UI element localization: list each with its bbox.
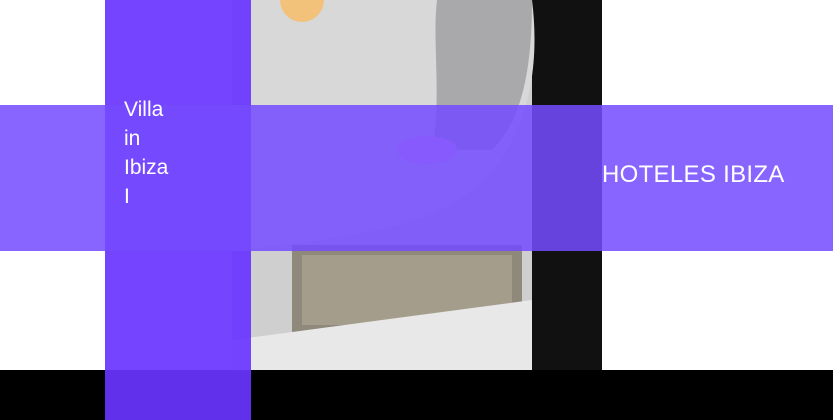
nav-link-hoteles-ibiza[interactable]: HOTELES IBIZA	[602, 158, 785, 192]
site-title[interactable]: Villa in Ibiza I	[124, 95, 184, 211]
